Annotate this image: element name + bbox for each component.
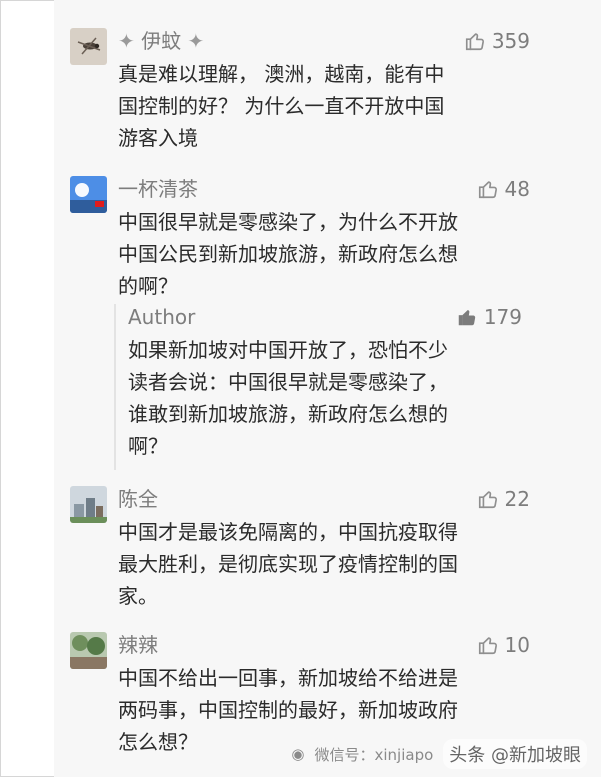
like-count: 22 <box>504 487 530 511</box>
author-label: Author <box>128 305 196 329</box>
watermark: ◉ 微信号：xinjiapo 头条 @新加坡眼 <box>291 739 587 769</box>
comment-item: 陈全 22 中国才是最该免隔离的，中国抗疫取得 最大胜利，是彻底实现了疫情控制的… <box>70 486 530 608</box>
like-button[interactable]: 22 <box>477 486 530 512</box>
like-button[interactable]: 10 <box>477 632 530 658</box>
thumbs-up-icon <box>478 637 497 655</box>
commenter-name[interactable]: 辣辣 <box>118 632 158 658</box>
comment-text: 中国很早就是零感染了，为什么不开放 中国公民到新加坡旅游，新政府怎么想 的啊？ <box>118 210 458 298</box>
avatar[interactable] <box>70 28 107 65</box>
reply-text: 如果新加坡对中国开放了，恐怕不少 读者会说：中国很早就是零感染了， 谁敢到新加坡… <box>128 338 448 458</box>
like-count: 359 <box>491 29 530 53</box>
watermark-right: 头条 @新加坡眼 <box>443 739 587 769</box>
comment-item: ✦ 伊蚊 ✦ 359 真是难以理解， 澳洲，越南，能有中 国控制的好？ 为什么一… <box>70 28 530 158</box>
avatar[interactable] <box>70 632 107 669</box>
comment-text: 中国才是最该免隔离的，中国抗疫取得 最大胜利，是彻底实现了疫情控制的国 家。 <box>118 520 458 608</box>
comment-text: 真是难以理解， 澳洲，越南，能有中 国控制的好？ 为什么一直不开放中国 游客入境 <box>118 62 445 150</box>
thumbs-up-icon <box>478 181 497 199</box>
thumbs-up-filled-icon <box>458 310 475 326</box>
commenter-name[interactable]: 陈全 <box>118 486 158 512</box>
commenter-name[interactable]: 一杯清茶 <box>118 176 198 202</box>
avatar[interactable] <box>70 486 107 523</box>
comment-item: 一杯清茶 48 中国很早就是零感染了，为什么不开放 中国公民到新加坡旅游，新政府… <box>70 176 530 298</box>
like-button[interactable]: 48 <box>477 176 530 202</box>
like-button[interactable]: 359 <box>464 28 530 54</box>
avatar[interactable] <box>70 176 107 213</box>
like-count: 179 <box>483 305 522 329</box>
watermark-left: 微信号：xinjiapo <box>314 745 434 764</box>
thumbs-up-icon <box>478 491 497 509</box>
like-button[interactable]: 179 <box>456 304 522 330</box>
wechat-icon: ◉ <box>291 745 305 763</box>
like-count: 48 <box>504 177 530 201</box>
like-count: 10 <box>504 633 530 657</box>
author-reply: Author 179 如果新加坡对中国开放了，恐怕不少 读者会说：中国很早就是零… <box>114 304 522 470</box>
commenter-name[interactable]: ✦ 伊蚊 ✦ <box>118 28 204 54</box>
thumbs-up-icon <box>465 33 484 51</box>
